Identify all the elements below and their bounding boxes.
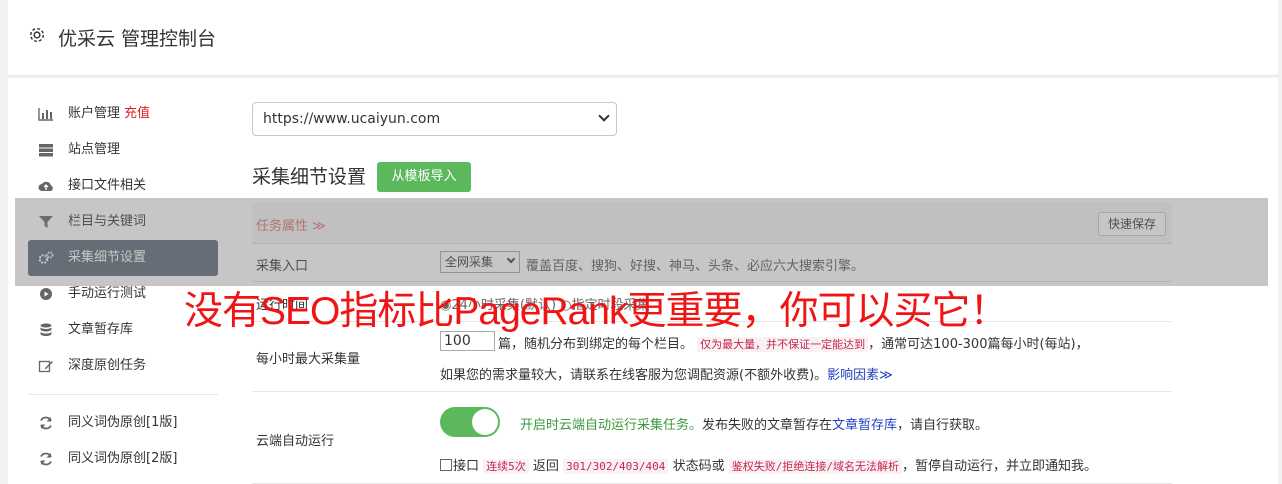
impact-factors-link[interactable]: 影响因素≫ <box>827 368 893 383</box>
section-title: 采集细节设置 <box>252 166 367 188</box>
refresh-icon <box>38 416 54 430</box>
import-template-button[interactable]: 从模板导入 <box>377 162 471 192</box>
note-text: 接口 <box>453 459 480 474</box>
top-header: 优采云 管理控制台 <box>8 0 1278 76</box>
refresh-icon <box>38 452 54 466</box>
cloud-run-note: 开启时云端自动运行采集任务。发布失败的文章暂存在文章暂存库，请自行获取。 <box>520 414 988 433</box>
note-text: 返回 <box>532 459 559 474</box>
cloud-run-label: 云端自动运行 <box>256 434 335 449</box>
max-per-hour-note-2: 如果您的需求量较大，请联系在线客服为您调配资源(不额外收费)。影响因素≫ <box>440 364 893 383</box>
sidebar-item-label: 深度原创任务 <box>68 358 147 373</box>
sidebar-item-label: 账户管理 <box>68 106 121 121</box>
pause-rule: 接口 连续5次 返回 301/302/403/404 状态码或 鉴权失败/拒绝连… <box>440 455 1097 474</box>
bar-chart-icon <box>38 107 54 121</box>
recharge-link[interactable]: 充值 <box>124 106 150 121</box>
sidebar-item-label: 文章暂存库 <box>68 322 134 337</box>
cloud-run-green-text: 开启时云端自动运行采集任务。 <box>520 418 703 433</box>
note-text: ，请自行获取。 <box>897 418 989 433</box>
gray-overlay-band <box>15 198 1268 286</box>
sidebar-item-label: 站点管理 <box>68 142 121 157</box>
sidebar-item-label: 同义词伪原创[2版] <box>68 451 178 466</box>
gear-icon <box>29 27 45 43</box>
note-text: 篇，随机分布到绑定的每个栏目。 <box>498 337 694 352</box>
rule-code: 301/302/403/404 <box>563 459 669 474</box>
note-text: 状态码或 <box>672 459 725 474</box>
sidebar-item-label: 接口文件相关 <box>68 178 147 193</box>
sidebar-item-synonym-v1[interactable]: 同义词伪原创[1版] <box>28 405 218 441</box>
note-text: 发布失败的文章暂存在 <box>702 418 833 433</box>
page-title: 优采云 管理控制台 <box>58 28 217 50</box>
chevron-down-icon <box>598 110 610 122</box>
sidebar-item-account[interactable]: 账户管理 充值 <box>28 96 218 132</box>
play-circle-icon <box>38 287 54 301</box>
cloud-run-toggle[interactable] <box>440 407 500 437</box>
sidebar-item-label: 手动运行测试 <box>68 286 147 301</box>
rule-code: 连续5次 <box>483 459 529 474</box>
site-select[interactable]: https://www.ucaiyun.com <box>252 102 617 136</box>
max-per-hour-label: 每小时最大采集量 <box>256 352 361 367</box>
max-warning-code: 仅为最大量，并不保证一定能达到 <box>697 337 869 352</box>
sidebar-item-synonym-v2[interactable]: 同义词伪原创[2版] <box>28 441 218 477</box>
pause-checkbox[interactable] <box>440 459 452 471</box>
site-select-value: https://www.ucaiyun.com <box>263 111 441 127</box>
article-storage-link[interactable]: 文章暂存库 <box>832 418 897 433</box>
database-icon <box>38 323 54 337</box>
edit-icon <box>38 359 54 373</box>
note-text: ，通常可达100-300篇每小时(每站)， <box>868 337 1089 352</box>
table-row: 云端自动运行 开启时云端自动运行采集任务。发布失败的文章暂存在文章暂存库，请自行… <box>252 392 1172 484</box>
rule-code: 鉴权失败/拒绝连接/域名无法解析 <box>728 459 902 474</box>
server-icon <box>38 143 54 157</box>
sidebar-item-label: 同义词伪原创[1版] <box>68 415 178 430</box>
note-text: 如果您的需求量较大，请联系在线客服为您调配资源(不额外收费)。 <box>440 368 828 383</box>
cloud-upload-icon <box>38 179 54 193</box>
promo-banner-text: 没有SEO指标比PageRank更重要，你可以买它！ <box>184 290 1008 333</box>
sidebar-item-deep-original[interactable]: 深度原创任务 <box>28 348 218 384</box>
sidebar-divider <box>28 394 218 395</box>
note-text: ，暂停自动运行，并立即通知我。 <box>901 459 1097 474</box>
sidebar-item-sites[interactable]: 站点管理 <box>28 132 218 168</box>
toggle-knob <box>472 409 498 435</box>
